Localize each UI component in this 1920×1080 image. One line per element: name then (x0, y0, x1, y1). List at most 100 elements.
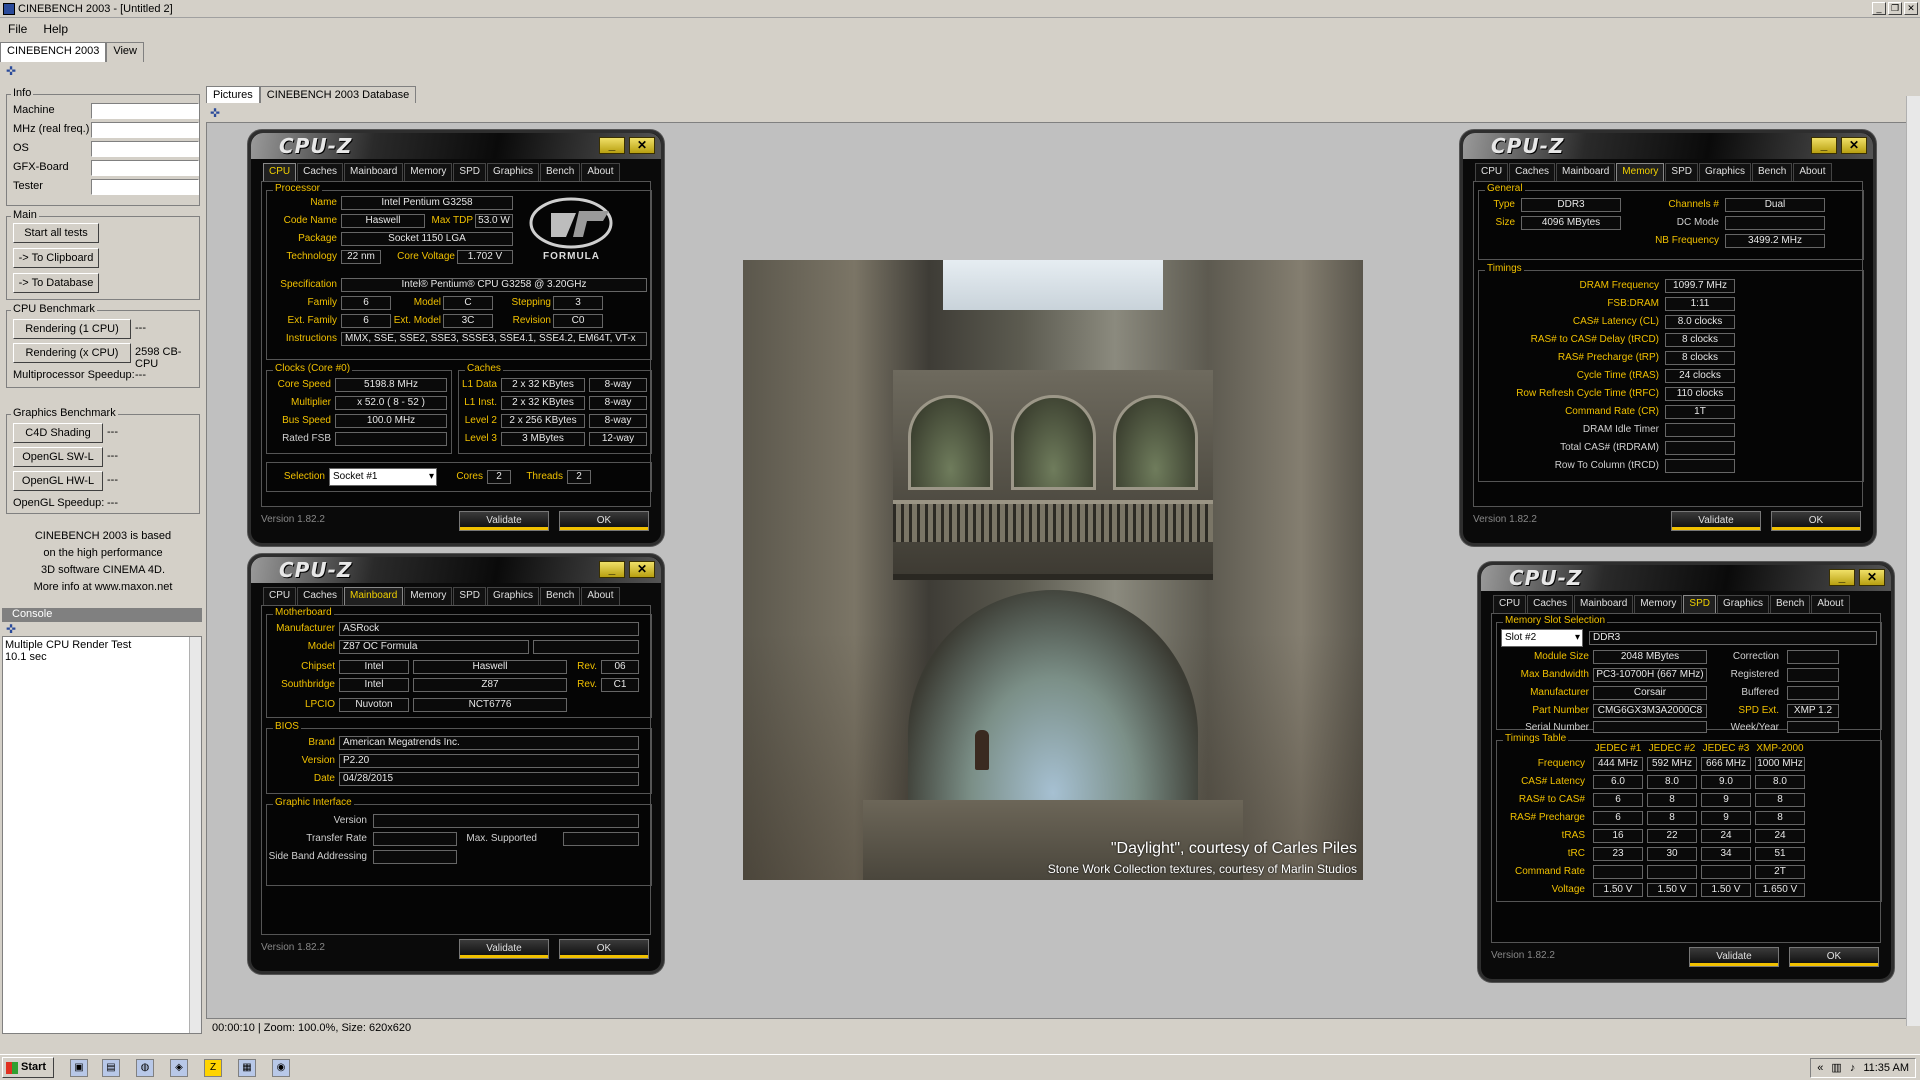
slot-select[interactable]: Slot #2 ▾ (1501, 629, 1583, 647)
console-scrollbar[interactable] (189, 637, 201, 1033)
cpuz-minimize-button[interactable]: _ (1829, 569, 1855, 586)
restore-button[interactable]: ❐ (1888, 2, 1902, 15)
cpuz-tab-memory[interactable]: Memory (404, 587, 453, 605)
cpuz-minimize-button[interactable]: _ (599, 561, 625, 578)
menu-help[interactable]: Help (35, 22, 76, 36)
cpuz-tab-caches[interactable]: Caches (297, 587, 344, 605)
cpuz-close-button[interactable]: ✕ (1859, 569, 1885, 586)
cpuz-tab-caches[interactable]: Caches (297, 163, 344, 181)
tab-pictures[interactable]: Pictures (206, 86, 260, 103)
bios-version-label: Version (301, 755, 335, 766)
cpuz-close-button[interactable]: ✕ (1841, 137, 1867, 154)
cpuz-validate-button[interactable]: Validate (459, 939, 549, 959)
cpuz-minimize-button[interactable]: _ (599, 137, 625, 154)
volume-icon[interactable]: ♪ (1850, 1059, 1856, 1077)
pin-icon[interactable]: ✜ (6, 64, 16, 78)
gfx-board-field[interactable] (91, 160, 199, 176)
quicklaunch-browser-icon[interactable]: ◍ (136, 1059, 154, 1077)
cpuz-ok-button[interactable]: OK (559, 511, 649, 531)
cpuz-minimize-button[interactable]: _ (1811, 137, 1837, 154)
tab-view[interactable]: View (106, 42, 144, 62)
cpuz-tab-bench[interactable]: Bench (540, 163, 581, 181)
opengl-hwl-button[interactable]: OpenGL HW-L (13, 471, 103, 491)
cpuz-tab-mainboard[interactable]: Mainboard (1574, 595, 1634, 613)
start-button[interactable]: Start (2, 1057, 54, 1078)
cpuz-tab-about[interactable]: About (1793, 163, 1832, 181)
mb-manufacturer-label: Manufacturer (276, 623, 335, 634)
to-clipboard-button[interactable]: -> To Clipboard (13, 248, 99, 268)
cpuz-tab-mainboard[interactable]: Mainboard (1556, 163, 1616, 181)
cpuz-tab-about[interactable]: About (581, 587, 620, 605)
cpuz-tab-mainboard[interactable]: Mainboard (344, 587, 404, 605)
opengl-swl-button[interactable]: OpenGL SW-L (13, 447, 103, 467)
cpuz-tab-bench[interactable]: Bench (540, 587, 581, 605)
cpuz-tab-memory[interactable]: Memory (1616, 163, 1665, 181)
cpuz-tab-about[interactable]: About (581, 163, 620, 181)
mhz-field[interactable] (91, 122, 199, 138)
close-button[interactable]: ✕ (1904, 2, 1918, 15)
graphics-benchmark-group: Graphics Benchmark C4D Shading --- OpenG… (6, 407, 200, 514)
quicklaunch-folder-icon[interactable]: ▤ (102, 1059, 120, 1077)
tester-field[interactable] (91, 179, 199, 195)
about-line: More info at www.maxon.net (33, 581, 173, 593)
rendering-xcpu-button[interactable]: Rendering (x CPU) (13, 343, 131, 363)
cpuz-tab-cpu[interactable]: CPU (263, 587, 297, 605)
vertical-scrollbar[interactable] (1906, 96, 1920, 1026)
cpuz-ok-button[interactable]: OK (1789, 947, 1879, 967)
cpuz-validate-button[interactable]: Validate (459, 511, 549, 531)
cpuz-tab-about[interactable]: About (1811, 595, 1850, 613)
quicklaunch-desktop-icon[interactable]: ▣ (70, 1059, 88, 1077)
pictures-pin-icon[interactable]: ✜ (210, 106, 220, 120)
cpuz-tab-graphics[interactable]: Graphics (1716, 595, 1769, 613)
taskbar-calc-icon[interactable]: ▦ (238, 1059, 256, 1077)
cpuz-ok-button[interactable]: OK (559, 939, 649, 959)
cpuz-validate-button[interactable]: Validate (1671, 511, 1761, 531)
start-all-tests-button[interactable]: Start all tests (13, 223, 99, 243)
cpuz-tab-cpu[interactable]: CPU (1475, 163, 1509, 181)
registered-value (1787, 668, 1839, 682)
cpuz-tab-mainboard[interactable]: Mainboard (344, 163, 404, 181)
cpuz-tab-bench[interactable]: Bench (1770, 595, 1811, 613)
quicklaunch-network-icon[interactable]: ◈ (170, 1059, 188, 1077)
c4d-shading-button[interactable]: C4D Shading (13, 423, 103, 443)
cpuz-tab-spd[interactable]: SPD (453, 587, 486, 605)
machine-field[interactable] (91, 103, 199, 119)
cpuz-tab-caches[interactable]: Caches (1509, 163, 1556, 181)
tab-database[interactable]: CINEBENCH 2003 Database (259, 86, 417, 103)
cpuz-tab-spd[interactable]: SPD (1683, 595, 1716, 613)
cpuz-tab-caches[interactable]: Caches (1527, 595, 1574, 613)
tray-expand-icon[interactable]: « (1817, 1059, 1823, 1077)
cpuz-window-spd: CPU-Z _ ✕ CPU Caches Mainboard Memory SP… (1478, 562, 1894, 982)
app-tabs: CINEBENCH 2003 View (0, 42, 144, 62)
cpuz-tab-memory[interactable]: Memory (1634, 595, 1683, 613)
rated-fsb-label: Rated FSB (282, 433, 331, 444)
taskbar-cpuz-icon[interactable]: Z (204, 1059, 222, 1077)
cpuz-validate-button[interactable]: Validate (1689, 947, 1779, 967)
cpuz-ok-button[interactable]: OK (1771, 511, 1861, 531)
cpuz-tab-spd[interactable]: SPD (453, 163, 486, 181)
cpuz-tab-cpu[interactable]: CPU (1493, 595, 1527, 613)
os-field[interactable] (91, 141, 199, 157)
clocks-title: Clocks (Core #0) (273, 363, 353, 374)
network-icon[interactable]: ▥ (1831, 1059, 1841, 1077)
menu-file[interactable]: File (0, 22, 35, 36)
cpuz-window-memory: CPU-Z _ ✕ CPU Caches Mainboard Memory SP… (1460, 130, 1876, 546)
cpuz-tab-spd[interactable]: SPD (1665, 163, 1698, 181)
console-pin-icon[interactable]: ✜ (6, 622, 16, 636)
console-output[interactable]: Multiple CPU Render Test 10.1 sec (2, 636, 202, 1034)
serial-number-label: Serial Number (1525, 722, 1589, 733)
cpuz-tab-graphics[interactable]: Graphics (486, 163, 539, 181)
taskbar-cinebench-icon[interactable]: ◉ (272, 1059, 290, 1077)
socket-select[interactable]: Socket #1 ▾ (329, 468, 437, 486)
cpuz-close-button[interactable]: ✕ (629, 137, 655, 154)
minimize-button[interactable]: _ (1872, 2, 1886, 15)
cpuz-tab-memory[interactable]: Memory (404, 163, 453, 181)
to-database-button[interactable]: -> To Database (13, 273, 99, 293)
cpuz-close-button[interactable]: ✕ (629, 561, 655, 578)
tab-cinebench[interactable]: CINEBENCH 2003 (0, 42, 107, 62)
cpuz-tab-bench[interactable]: Bench (1752, 163, 1793, 181)
cpuz-tab-cpu[interactable]: CPU (263, 163, 297, 181)
cpuz-tab-graphics[interactable]: Graphics (486, 587, 539, 605)
rendering-1cpu-button[interactable]: Rendering (1 CPU) (13, 319, 131, 339)
cpuz-tab-graphics[interactable]: Graphics (1698, 163, 1751, 181)
